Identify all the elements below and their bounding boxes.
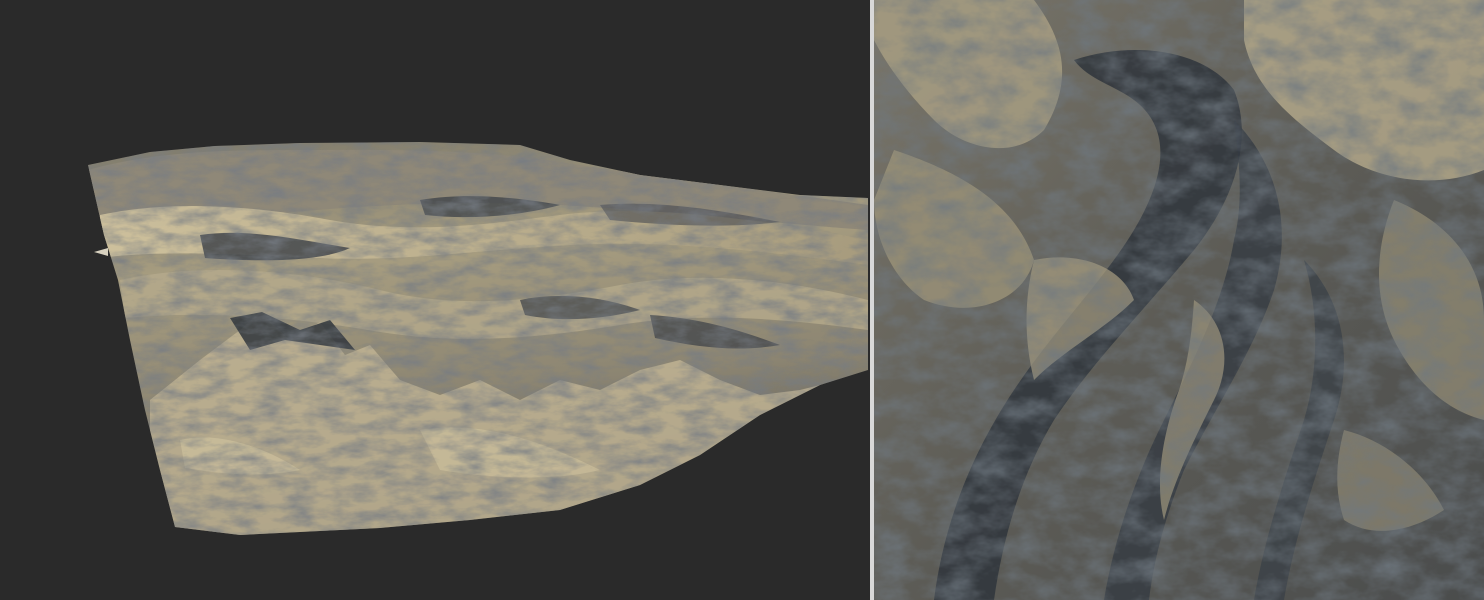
top-down-viewport[interactable] bbox=[874, 0, 1484, 600]
perspective-terrain-render bbox=[88, 142, 868, 535]
top-down-terrain-render bbox=[874, 0, 1484, 600]
gizmo-marker-icon bbox=[94, 248, 108, 256]
terrain-editor-viewports bbox=[0, 0, 1484, 600]
perspective-viewport[interactable] bbox=[0, 0, 870, 600]
